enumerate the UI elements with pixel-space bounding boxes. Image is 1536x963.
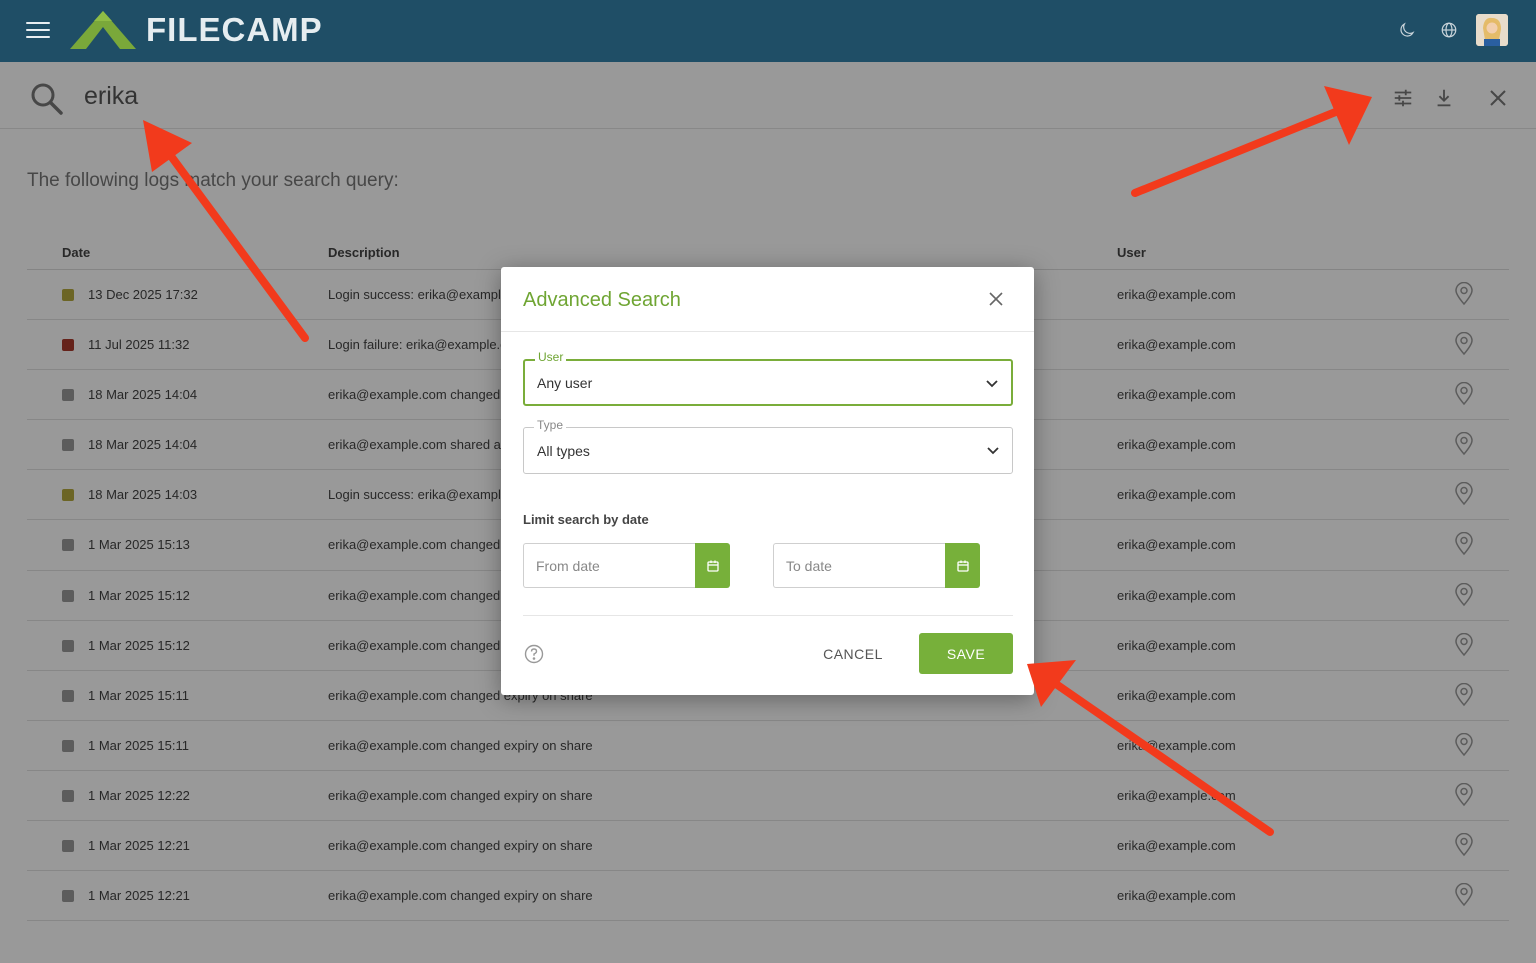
calendar-icon (706, 560, 719, 572)
type-select-value: All types (537, 443, 590, 459)
from-date-input[interactable] (523, 543, 696, 588)
cancel-button[interactable]: CANCEL (814, 640, 892, 668)
limit-date-label: Limit search by date (523, 512, 649, 527)
calendar-icon (956, 560, 969, 572)
user-select-value: Any user (537, 375, 593, 391)
to-date-input[interactable] (773, 543, 946, 588)
to-date-calendar-button[interactable] (945, 543, 980, 588)
from-date-group (523, 543, 730, 588)
user-select-label: User (535, 350, 567, 364)
moon-icon[interactable] (1396, 19, 1418, 41)
top-navigation-bar: FILECAMP (0, 0, 1536, 62)
save-button[interactable]: SAVE (919, 633, 1013, 674)
avatar[interactable] (1476, 14, 1508, 46)
globe-icon[interactable] (1438, 19, 1460, 41)
dialog-close-icon[interactable] (988, 291, 1004, 307)
user-select[interactable]: User Any user (523, 350, 1013, 406)
filecamp-logo[interactable]: FILECAMP (68, 9, 323, 51)
dialog-title: Advanced Search (523, 289, 681, 311)
type-select-label: Type (534, 418, 567, 432)
dialog-footer-divider (523, 615, 1013, 616)
chevron-down-icon (986, 380, 998, 388)
help-icon[interactable] (524, 644, 544, 664)
type-select[interactable]: Type All types (523, 418, 1013, 474)
from-date-calendar-button[interactable] (695, 543, 730, 588)
dialog-divider (501, 331, 1034, 332)
to-date-group (773, 543, 980, 588)
hamburger-icon[interactable] (26, 22, 50, 40)
advanced-search-dialog: Advanced Search User Any user Type All t… (501, 267, 1034, 695)
brand-name: FILECAMP (146, 11, 323, 48)
filecamp-logo-mark (70, 11, 136, 49)
chevron-down-icon (987, 447, 999, 455)
